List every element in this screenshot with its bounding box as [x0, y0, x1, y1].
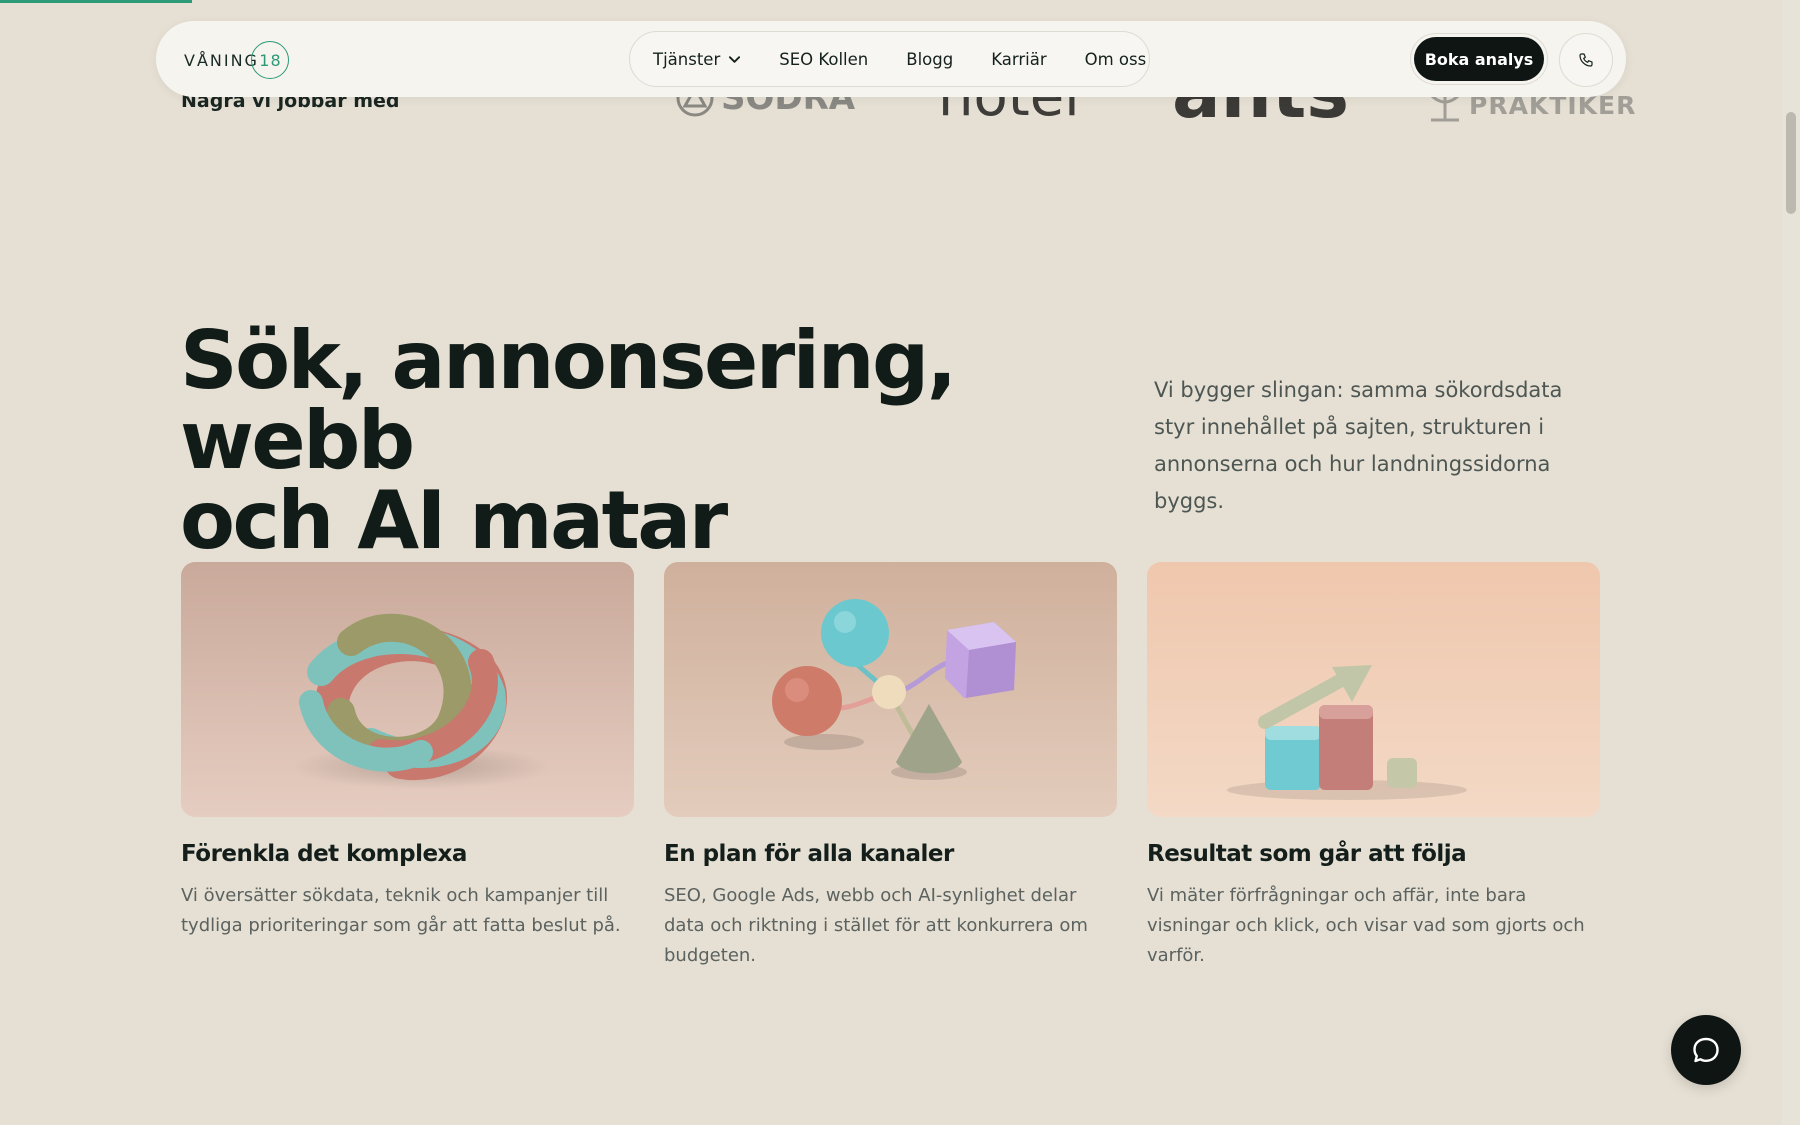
hero-description: Vi bygger slingan: samma sökordsdata sty…	[1154, 378, 1563, 513]
feature-card-results: Resultat som går att följa Vi mäter förf…	[1147, 562, 1600, 971]
hero-title-line1: Sök, annonsering, webb	[180, 314, 957, 487]
nav-item-blogg[interactable]: Blogg	[906, 50, 953, 69]
nav-item-om-oss[interactable]: Om oss	[1085, 50, 1147, 69]
card-title: Förenkla det komplexa	[181, 841, 467, 867]
nav-item-karriar[interactable]: Karriär	[991, 50, 1046, 69]
card-text: Vi mäter förfrågningar och affär, inte b…	[1147, 885, 1585, 966]
card-image-growth	[1147, 562, 1600, 817]
chevron-down-icon	[729, 55, 741, 63]
scroll-progress-bar	[0, 0, 192, 3]
nav-item-seo-kollen[interactable]: SEO Kollen	[779, 50, 868, 69]
main-nav: Tjänster SEO Kollen Blogg Karriär Om oss	[629, 31, 1150, 87]
chat-button[interactable]	[1671, 1015, 1741, 1085]
site-logo[interactable]: VÅNING 18	[184, 40, 289, 80]
card-text: Vi översätter sökdata, teknik och kampan…	[181, 885, 621, 936]
nav-item-tjanster[interactable]: Tjänster	[653, 50, 741, 69]
page-scrollbar[interactable]	[1782, 0, 1800, 1125]
cta-wrapper: Boka analys	[1410, 33, 1548, 85]
scrollbar-thumb[interactable]	[1786, 112, 1796, 214]
logo-text: VÅNING	[184, 50, 259, 70]
feature-card-simplify: Förenkla det komplexa Vi översätter sökd…	[181, 562, 634, 941]
boka-analys-button[interactable]: Boka analys	[1414, 37, 1544, 81]
phone-button[interactable]	[1559, 33, 1613, 87]
card-title: En plan för alla kanaler	[664, 841, 954, 867]
site-header: VÅNING 18 Tjänster SEO Kollen Blogg Karr…	[156, 21, 1626, 97]
card-image-knot	[181, 562, 634, 817]
feature-card-plan: En plan för alla kanaler SEO, Google Ads…	[664, 562, 1117, 971]
card-text: SEO, Google Ads, webb och AI-synlighet d…	[664, 885, 1088, 966]
chat-bubble-icon	[1693, 1037, 1719, 1063]
card-image-shapes	[664, 562, 1117, 817]
card-title: Resultat som går att följa	[1147, 841, 1467, 867]
phone-icon	[1579, 53, 1593, 67]
logo-number-badge: 18	[250, 41, 289, 79]
